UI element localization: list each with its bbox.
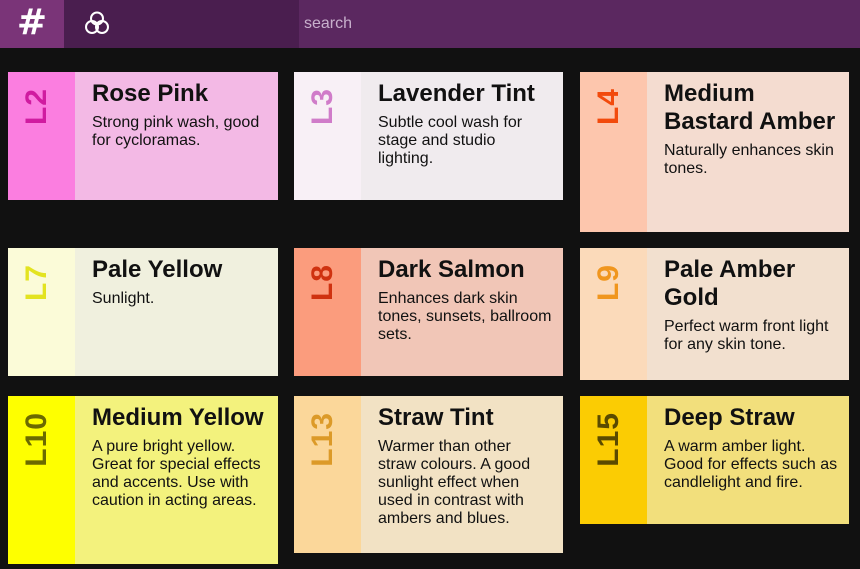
filter-description: A pure bright yellow. Great for special … [92,438,261,509]
filter-card[interactable]: L9 Pale Amber Gold Perfect warm front li… [580,248,849,380]
filter-card[interactable]: L4 Medium Bastard Amber Naturally enhanc… [580,72,849,232]
filter-description: Perfect warm front light for any skin to… [664,318,829,353]
filter-swatch: L10 [8,396,75,564]
filter-swatch: L15 [580,396,647,524]
filter-body: Straw Tint Warmer than other straw colou… [361,396,563,553]
filter-code: L7 [20,264,53,302]
filter-card[interactable]: L7 Pale Yellow Sunlight. [8,248,278,376]
filter-body: Pale Yellow Sunlight. [75,248,278,376]
filter-name: Medium Bastard Amber [664,80,836,135]
filter-swatch: L13 [294,396,361,553]
filter-card[interactable]: L3 Lavender Tint Subtle cool wash for st… [294,72,563,200]
filter-card[interactable]: L13 Straw Tint Warmer than other straw c… [294,396,563,553]
filter-code: L15 [592,412,625,467]
filter-description: A warm amber light. Good for effects suc… [664,438,838,491]
filter-code: L3 [306,88,339,126]
filter-description: Naturally enhances skin tones. [664,142,834,177]
filter-body: Rose Pink Strong pink wash, good for cyc… [75,72,278,200]
filter-circles-icon [85,11,109,34]
logo-area[interactable] [64,0,299,48]
filter-name: Straw Tint [378,404,494,431]
filter-code: L10 [20,412,53,467]
filter-name: Dark Salmon [378,256,525,283]
filter-code: L2 [20,88,53,126]
filter-swatch: L7 [8,248,75,376]
filter-description: Enhances dark skin tones, sunsets, ballr… [378,290,552,343]
filter-body: Dark Salmon Enhances dark skin tones, su… [361,248,563,376]
filter-swatch: L9 [580,248,647,380]
filter-card[interactable]: L8 Dark Salmon Enhances dark skin tones,… [294,248,563,376]
filter-code: L9 [592,264,625,302]
filter-name: Pale Yellow [92,256,223,283]
filter-swatch: L8 [294,248,361,376]
filter-body: Lavender Tint Subtle cool wash for stage… [361,72,563,200]
filter-card[interactable]: L15 Deep Straw A warm amber light. Good … [580,396,849,524]
filter-description: Sunlight. [92,290,155,307]
filter-name: Deep Straw [664,404,795,431]
filter-description: Subtle cool wash for stage and studio li… [378,114,523,167]
filter-name: Lavender Tint [378,80,535,107]
filter-code: L4 [592,88,625,126]
menu-button[interactable]: # [0,0,64,48]
filter-code: L8 [306,264,339,302]
filter-swatch: L2 [8,72,75,200]
filter-name: Pale Amber Gold [664,256,796,311]
filter-body: Deep Straw A warm amber light. Good for … [647,396,849,524]
filter-code: L13 [306,412,339,467]
filter-body: Pale Amber Gold Perfect warm front light… [647,248,849,380]
search-input[interactable] [299,0,860,48]
filter-description: Warmer than other straw colours. A good … [378,438,531,527]
filter-name: Medium Yellow [92,404,264,431]
filter-card[interactable]: L10 Medium Yellow A pure bright yellow. … [8,396,278,564]
filter-name: Rose Pink [92,80,209,107]
top-bar: # [0,0,860,48]
filter-swatch: L4 [580,72,647,232]
filter-description: Strong pink wash, good for cycloramas. [92,114,260,149]
filter-body: Medium Yellow A pure bright yellow. Grea… [75,396,278,564]
filter-card[interactable]: L2 Rose Pink Strong pink wash, good for … [8,72,278,200]
filter-swatch: L3 [294,72,361,200]
filter-body: Medium Bastard Amber Naturally enhances … [647,72,849,232]
